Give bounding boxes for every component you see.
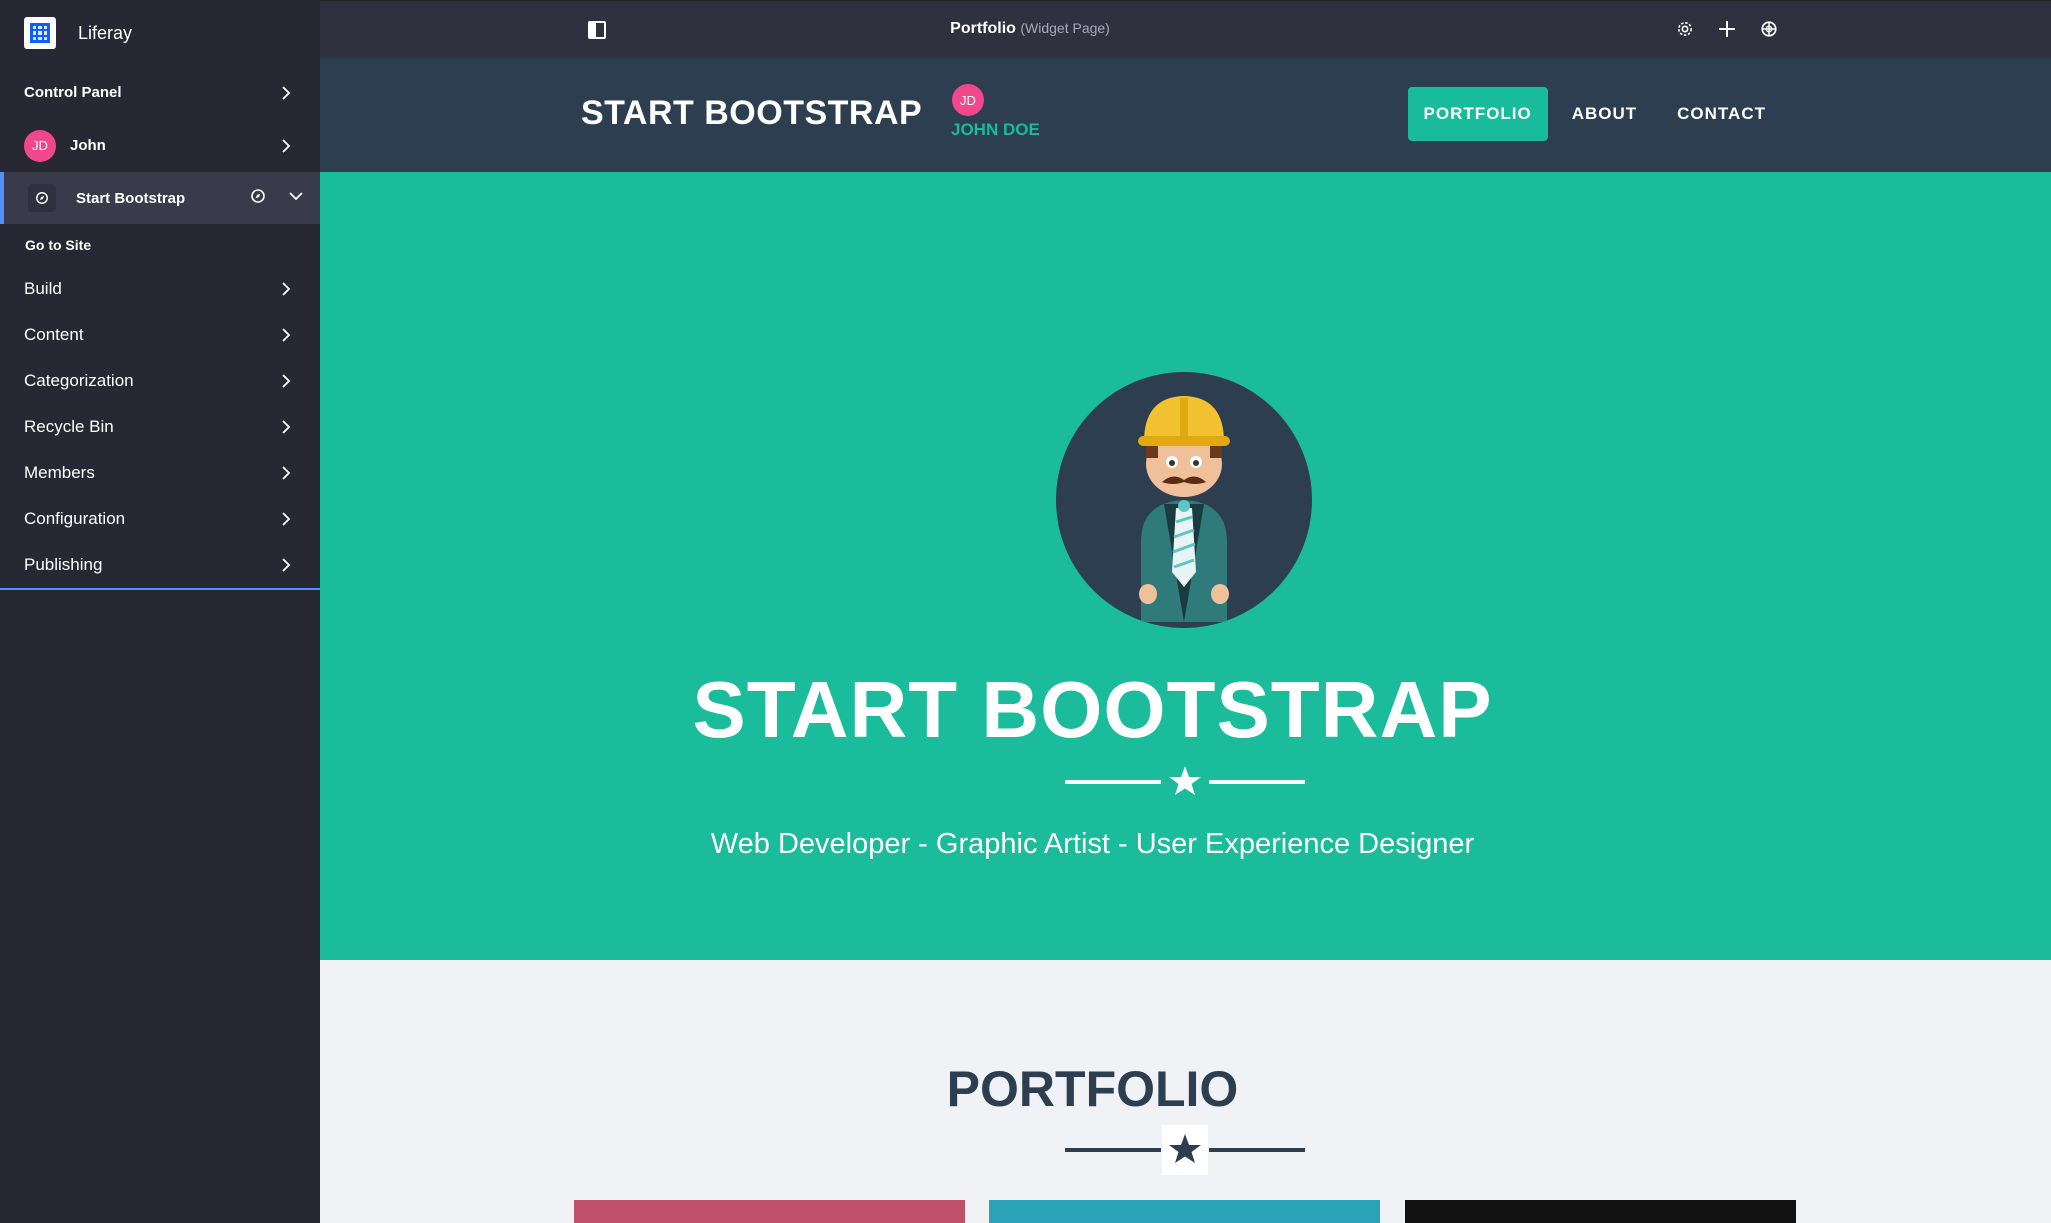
hero-subtitle: Web Developer - Graphic Artist - User Ex… <box>710 828 1475 860</box>
star-divider <box>1065 766 1305 795</box>
control-panel-label: Control Panel <box>24 84 122 101</box>
hero-title: START BOOTSTRAP <box>692 665 1493 754</box>
gear-icon[interactable] <box>1675 19 1695 39</box>
nav-link-contact[interactable]: CONTACT <box>1661 87 1782 141</box>
sidebar-item-configuration[interactable]: Configuration <box>0 496 320 542</box>
divider <box>0 588 320 590</box>
sidebar-item-build[interactable]: Build <box>0 266 320 312</box>
sidebar-item-label: Recycle Bin <box>24 417 114 436</box>
hero-section: START BOOTSTRAP Web Developer - Graphic … <box>320 172 2051 960</box>
sidebar-item-content[interactable]: Content <box>0 312 320 358</box>
portfolio-item[interactable] <box>574 1200 965 1223</box>
sidebar-item-categorization[interactable]: Categorization <box>0 358 320 404</box>
sidebar-item-label: Publishing <box>24 555 103 574</box>
compass-icon <box>28 184 56 212</box>
sidebar-item-label: Members <box>24 463 95 482</box>
section-title: PORTFOLIO <box>946 1061 1239 1117</box>
chevron-right-icon <box>276 463 296 483</box>
site-name: Start Bootstrap <box>76 189 186 207</box>
user-item[interactable]: JD John <box>0 119 320 172</box>
liferay-logo-icon[interactable] <box>24 17 56 49</box>
site-brand[interactable]: START BOOTSTRAP <box>581 94 922 133</box>
product-menu: Liferay Control Panel JD John Start Boot… <box>0 0 320 1223</box>
nav-link-about[interactable]: ABOUT <box>1556 87 1653 141</box>
sidebar-item-label: Categorization <box>24 371 134 390</box>
chevron-right-icon <box>276 555 296 575</box>
sidebar-item-label: Configuration <box>24 509 126 528</box>
site-navbar: START BOOTSTRAP JD JOHN DOE PORTFOLIO AB… <box>320 58 2051 172</box>
user-name: John <box>70 137 106 154</box>
page-name: Portfolio <box>950 20 1016 37</box>
control-panel-item[interactable]: Control Panel <box>0 66 320 119</box>
user-name: JOHN DOE <box>951 120 1040 139</box>
page-title: Portfolio (Widget Page) <box>320 20 1740 38</box>
star-divider <box>1065 1125 1305 1175</box>
chevron-right-icon <box>276 325 296 345</box>
page-type: (Widget Page) <box>1020 20 1110 36</box>
brand-name: Liferay <box>78 22 133 43</box>
sidebar-item-publishing[interactable]: Publishing <box>0 542 320 588</box>
nav-link-portfolio[interactable]: PORTFOLIO <box>1407 87 1548 141</box>
sidebar-item-recycle-bin[interactable]: Recycle Bin <box>0 404 320 450</box>
sidebar-item-members[interactable]: Members <box>0 450 320 496</box>
user-badge[interactable]: JD JOHN DOE <box>951 84 1040 140</box>
portfolio-section: PORTFOLIO <box>320 960 2051 1223</box>
product-menu-header: Liferay <box>0 0 320 66</box>
chevron-right-icon <box>276 136 296 156</box>
chevron-right-icon <box>276 83 296 103</box>
sidebar-item-label: Build <box>24 279 62 298</box>
chevron-right-icon <box>276 371 296 391</box>
sidebar-item-label: Content <box>24 325 84 344</box>
portfolio-item[interactable] <box>1405 1200 1796 1223</box>
chevron-right-icon <box>276 509 296 529</box>
site-item-start-bootstrap[interactable]: Start Bootstrap <box>0 172 320 224</box>
profile-illustration <box>1056 372 1312 628</box>
go-to-site-link[interactable]: Go to Site <box>0 224 320 266</box>
chevron-down-icon[interactable] <box>288 188 304 208</box>
chevron-right-icon <box>276 417 296 437</box>
avatar: JD <box>24 129 56 162</box>
simulation-icon[interactable] <box>1759 19 1779 39</box>
chevron-right-icon <box>276 279 296 299</box>
plus-icon[interactable] <box>1717 19 1737 39</box>
compass-icon[interactable] <box>250 188 266 208</box>
control-menu: Portfolio (Widget Page) <box>320 0 2051 58</box>
portfolio-item[interactable] <box>989 1200 1380 1223</box>
avatar: JD <box>952 84 984 116</box>
